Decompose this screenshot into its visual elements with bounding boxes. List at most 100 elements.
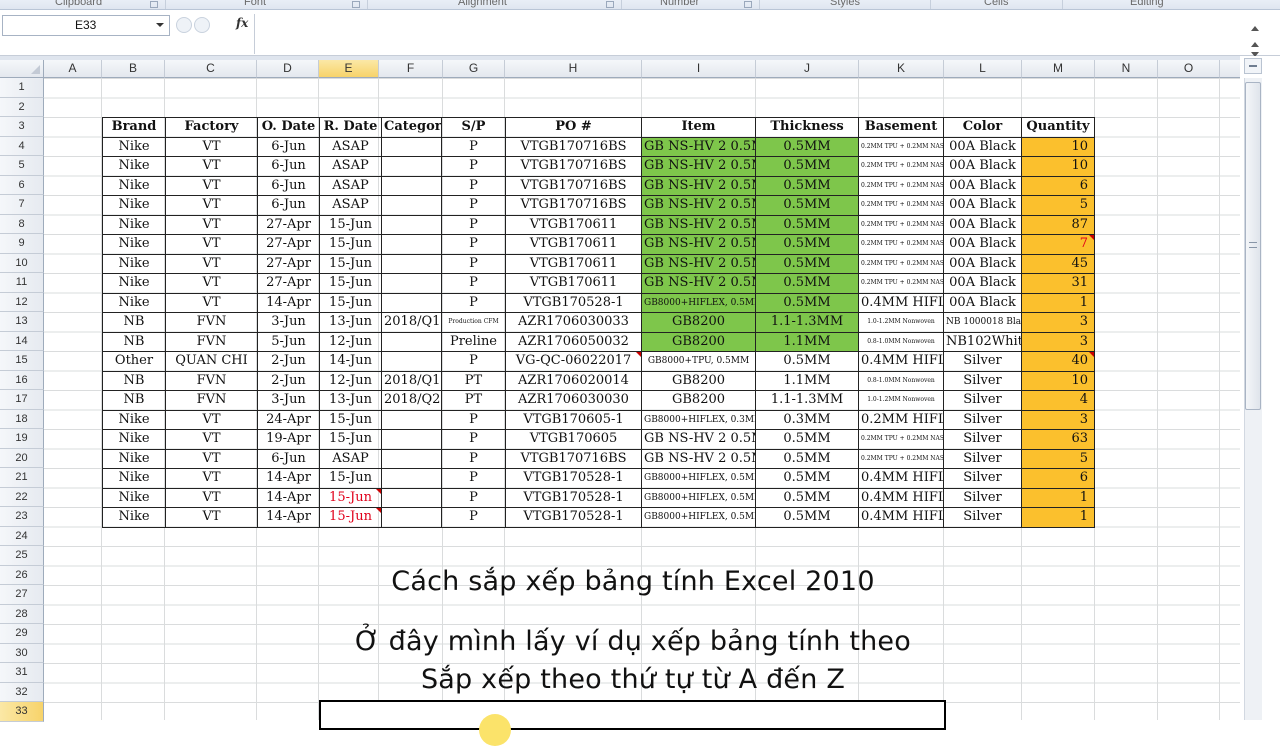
table-cell[interactable]: PT <box>441 370 506 391</box>
table-cell[interactable]: ASAP <box>319 175 382 196</box>
table-cell[interactable]: 00A Black <box>943 292 1022 313</box>
table-cell[interactable]: Other <box>102 351 166 372</box>
table-cell[interactable]: 87 <box>1021 214 1095 235</box>
table-cell[interactable]: 10 <box>1021 156 1095 177</box>
table-cell[interactable]: QUAN CHI <box>165 351 258 372</box>
table-cell[interactable]: 15-Jun <box>319 487 382 508</box>
table-cell[interactable]: VT <box>165 253 258 274</box>
table-cell[interactable]: 27-Apr <box>257 253 320 274</box>
table-cell[interactable]: 00A Black <box>943 273 1022 294</box>
table-cell[interactable]: NB 1000018 Black <box>943 312 1022 333</box>
row-header-30[interactable]: 30 <box>0 643 44 663</box>
table-cell[interactable]: Nike <box>102 253 166 274</box>
table-cell[interactable]: Silver <box>943 448 1022 469</box>
table-cell[interactable]: P <box>441 468 506 489</box>
table-cell[interactable] <box>381 487 442 508</box>
table-cell[interactable]: 0.5MM <box>755 448 859 469</box>
table-cell[interactable]: 6-Jun <box>257 448 320 469</box>
table-cell[interactable] <box>381 507 442 528</box>
table-cell[interactable]: 00A Black <box>943 175 1022 196</box>
table-cell[interactable]: 14-Jun <box>319 351 382 372</box>
row-header-4[interactable]: 4 <box>0 136 44 156</box>
table-cell[interactable]: 19-Apr <box>257 429 320 450</box>
table-cell[interactable]: P <box>441 136 506 157</box>
table-cell[interactable]: 6 <box>1021 175 1095 196</box>
table-cell[interactable]: P <box>441 234 506 255</box>
cancel-entry-icon[interactable] <box>176 17 192 33</box>
table-cell[interactable]: 5 <box>1021 448 1095 469</box>
table-cell[interactable]: Nike <box>102 195 166 216</box>
column-header-c[interactable]: C <box>165 60 257 78</box>
table-cell[interactable]: 1 <box>1021 292 1095 313</box>
table-cell[interactable]: 15-Jun <box>319 214 382 235</box>
header-color[interactable]: Color <box>943 117 1022 138</box>
formula-scroll-up-icon[interactable] <box>1251 42 1259 47</box>
column-header-f[interactable]: F <box>379 60 443 78</box>
table-cell[interactable]: VT <box>165 292 258 313</box>
table-cell[interactable]: 27-Apr <box>257 234 320 255</box>
table-cell[interactable]: Nike <box>102 468 166 489</box>
table-cell[interactable]: GB8200 <box>641 370 756 391</box>
table-cell[interactable]: 0.5MM <box>755 175 859 196</box>
table-cell[interactable]: AZR1706050032 <box>505 331 642 352</box>
row-header-10[interactable]: 10 <box>0 253 44 273</box>
column-header-n[interactable]: N <box>1095 60 1158 78</box>
table-cell[interactable]: 6-Jun <box>257 195 320 216</box>
table-cell[interactable]: 4 <box>1021 390 1095 411</box>
table-cell[interactable]: 2018/Q2 <box>381 390 442 411</box>
table-cell[interactable]: P <box>441 292 506 313</box>
table-cell[interactable]: GB NS-HV 2 0.5MM <box>641 136 756 157</box>
table-cell[interactable]: GB NS-HV 2 0.5MM <box>641 156 756 177</box>
table-cell[interactable]: VTGB170716BS <box>505 136 642 157</box>
insert-function-icon[interactable]: fx <box>236 16 248 30</box>
table-cell[interactable]: VTGB170716BS <box>505 195 642 216</box>
table-cell[interactable] <box>381 409 442 430</box>
table-cell[interactable]: 00A Black <box>943 214 1022 235</box>
column-header-d[interactable]: D <box>257 60 319 78</box>
table-cell[interactable]: P <box>441 214 506 235</box>
row-header-13[interactable]: 13 <box>0 312 44 332</box>
text-box[interactable] <box>319 700 946 746</box>
row-header-20[interactable]: 20 <box>0 448 44 468</box>
table-cell[interactable]: P <box>441 507 506 528</box>
table-cell[interactable]: 1.1-1.3MM <box>755 390 859 411</box>
table-cell[interactable]: VT <box>165 507 258 528</box>
table-cell[interactable]: GB8200 <box>641 331 756 352</box>
row-header-9[interactable]: 9 <box>0 234 44 254</box>
table-cell[interactable]: Nike <box>102 487 166 508</box>
table-cell[interactable]: 0.2MM TPU + 0.2MM NASA-T <box>858 234 944 255</box>
table-cell[interactable]: VTGB170611 <box>505 234 642 255</box>
table-cell[interactable]: 14-Apr <box>257 507 320 528</box>
table-cell[interactable]: 0.8-1.0MM Nonwoven <box>858 331 944 352</box>
table-cell[interactable]: 45 <box>1021 253 1095 274</box>
table-cell[interactable]: 00A Black <box>943 136 1022 157</box>
table-cell[interactable]: VTGB170528-1 <box>505 507 642 528</box>
table-cell[interactable]: 6-Jun <box>257 156 320 177</box>
table-cell[interactable]: 3 <box>1021 409 1095 430</box>
table-cell[interactable]: P <box>441 351 506 372</box>
table-cell[interactable]: GB NS-HV 2 0.5MM <box>641 429 756 450</box>
row-header-24[interactable]: 24 <box>0 526 44 546</box>
table-cell[interactable]: 5 <box>1021 195 1095 216</box>
column-header-m[interactable]: M <box>1022 60 1095 78</box>
table-cell[interactable]: PT <box>441 390 506 411</box>
table-cell[interactable]: 14-Apr <box>257 468 320 489</box>
table-cell[interactable]: 0.5MM <box>755 351 859 372</box>
table-cell[interactable]: VTGB170716BS <box>505 156 642 177</box>
table-cell[interactable]: Preline <box>441 331 506 352</box>
table-cell[interactable]: AZR1706030033 <box>505 312 642 333</box>
table-cell[interactable]: 00A Black <box>943 253 1022 274</box>
table-cell[interactable]: VT <box>165 468 258 489</box>
table-cell[interactable]: Nike <box>102 448 166 469</box>
table-cell[interactable]: 0.5MM <box>755 468 859 489</box>
row-header-14[interactable]: 14 <box>0 331 44 351</box>
table-cell[interactable]: 0.2MM TPU + 0.2MM NASA-T <box>858 175 944 196</box>
table-cell[interactable]: 2-Jun <box>257 370 320 391</box>
table-cell[interactable]: 0.5MM <box>755 429 859 450</box>
row-header-1[interactable]: 1 <box>0 78 44 98</box>
table-cell[interactable]: 0.5MM <box>755 136 859 157</box>
table-cell[interactable]: P <box>441 448 506 469</box>
table-cell[interactable] <box>381 292 442 313</box>
table-cell[interactable]: VG-QC-06022017 <box>505 351 642 372</box>
column-header-j[interactable]: J <box>756 60 859 78</box>
